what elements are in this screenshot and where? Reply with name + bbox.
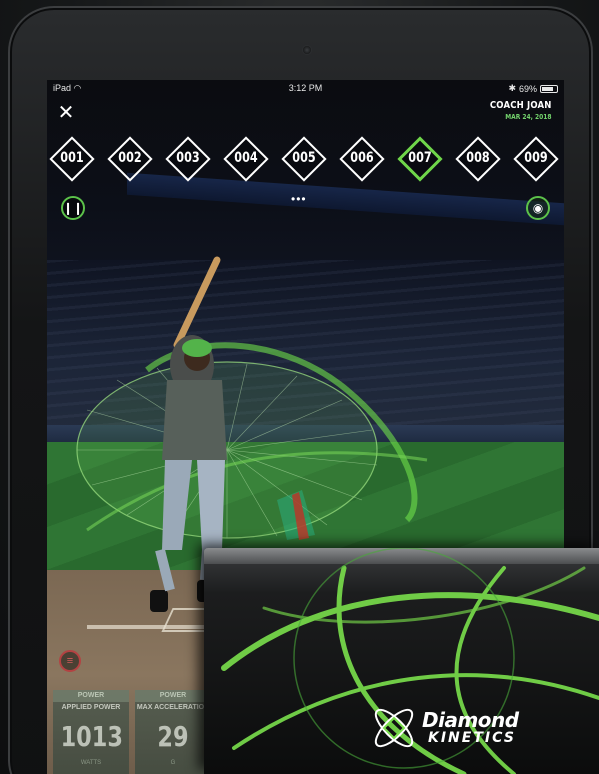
brand-name-line1: Diamond [422, 708, 519, 732]
swing-tile-003[interactable]: 003 [165, 136, 211, 182]
swing-tile-008[interactable]: 008 [455, 136, 501, 182]
swing-tile-006[interactable]: 006 [339, 136, 385, 182]
pause-icon: ❙❙ [63, 201, 84, 215]
metric-value: 1013 [60, 720, 123, 753]
swing-tile-number: 001 [60, 150, 84, 166]
swing-tile-number: 007 [408, 150, 432, 166]
diamond-kinetics-logo: Diamond KINETICS [366, 698, 556, 758]
metric-unit: WATTS [80, 760, 102, 766]
swing-tile-number: 003 [176, 150, 200, 166]
metric-unit: G [170, 760, 176, 766]
metric-label: MAX ACCELERATION [136, 704, 210, 711]
battery-icon [540, 84, 558, 93]
swing-selector: 001 002 003 004 005 006 007 008 009 [47, 136, 564, 182]
metric-card-max-acceleration[interactable]: POWER MAX ACCELERATION 29 G [135, 690, 211, 774]
metric-category: POWER [53, 690, 129, 702]
swing-tile-001[interactable]: 001 [49, 136, 95, 182]
pause-button[interactable]: ❙❙ [61, 196, 85, 220]
metric-value: 29 [157, 720, 189, 753]
swing-tile-004[interactable]: 004 [223, 136, 269, 182]
brand-name-line2: KINETICS [428, 730, 516, 746]
menu-icon: ≡ [66, 655, 74, 667]
swing-tile-005[interactable]: 005 [281, 136, 327, 182]
menu-button[interactable]: ≡ [59, 650, 81, 672]
swing-tile-number: 008 [466, 150, 490, 166]
swing-tile-009[interactable]: 009 [513, 136, 559, 182]
battery-percent: 69% [518, 83, 537, 94]
swing-tile-number: 006 [350, 150, 374, 166]
atom-logo-icon [374, 708, 414, 748]
product-box: Diamond KINETICS [204, 548, 599, 774]
front-camera [303, 46, 311, 54]
coach-name: COACH JOAN [490, 100, 552, 111]
status-bar: iPad ◠ 3:12 PM ✱ 69% [47, 80, 564, 96]
eye-icon: ◉ [532, 201, 544, 215]
view-toggle-button[interactable]: ◉ [526, 196, 550, 220]
status-right: ✱ 69% [508, 83, 558, 94]
swing-tile-number: 009 [524, 150, 548, 166]
bluetooth-icon: ✱ [508, 83, 516, 93]
metric-label: APPLIED POWER [61, 704, 121, 711]
session-date: MAR 24, 2018 [505, 113, 552, 121]
swing-tile-number: 002 [118, 150, 142, 166]
more-options-indicator[interactable]: ••• [291, 192, 307, 206]
swing-tile-007-selected[interactable]: 007 [397, 136, 443, 182]
metric-category: POWER [135, 690, 211, 702]
swing-tile-number: 005 [292, 150, 316, 166]
swing-plane-fan [76, 342, 428, 540]
coach-header: COACH JOAN MAR 24, 2018 [479, 100, 552, 121]
status-time: 3:12 PM [288, 83, 323, 93]
close-icon[interactable]: ✕ [57, 103, 75, 123]
swing-tile-number: 004 [234, 150, 258, 166]
metric-card-applied-power[interactable]: POWER APPLIED POWER 1013 WATTS [53, 690, 129, 774]
swing-tile-002[interactable]: 002 [107, 136, 153, 182]
